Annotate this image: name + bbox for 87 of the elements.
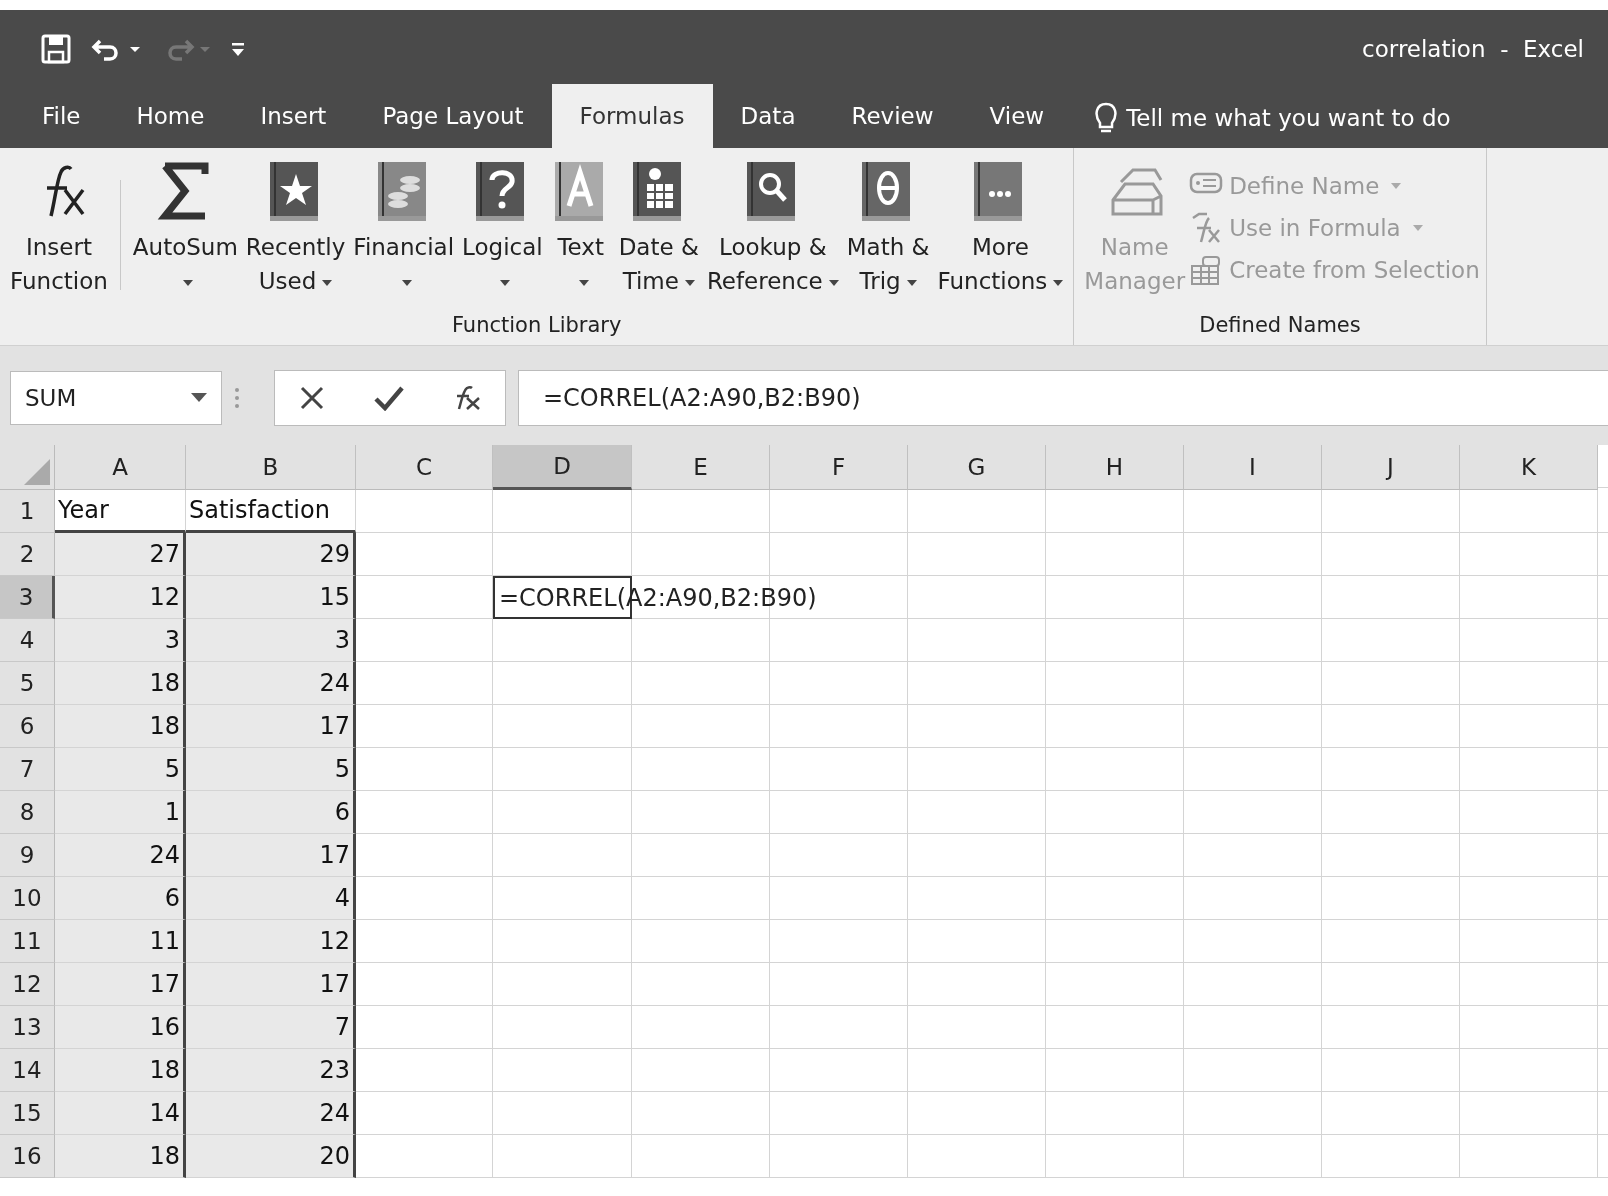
column-header[interactable]: D	[493, 445, 632, 490]
table-cell: 14	[55, 1092, 186, 1135]
table-cell: 15	[186, 576, 356, 619]
ribbon-tab[interactable]: Review	[823, 84, 962, 148]
table-cell: 5	[55, 748, 186, 791]
table-cell: 17	[186, 834, 356, 877]
row-header[interactable]: 3	[0, 576, 55, 619]
ribbon-tab[interactable]: Data	[712, 84, 824, 148]
cancel-icon[interactable]	[299, 385, 326, 411]
column-header[interactable]: K	[1460, 445, 1598, 490]
table-cell: 27	[55, 533, 186, 576]
table-cell: 1	[55, 791, 186, 834]
table-cell: 3	[186, 619, 356, 662]
table-cell: 23	[186, 1049, 356, 1092]
row-header[interactable]: 14	[0, 1049, 55, 1092]
column-header[interactable]: J	[1322, 445, 1460, 490]
ribbon-button[interactable]: Recently Used	[241, 160, 350, 298]
table-cell: 5	[186, 748, 356, 791]
ribbon-tab[interactable]: Home	[108, 84, 233, 148]
row-header[interactable]: 8	[0, 791, 55, 834]
name-box[interactable]: SUM	[10, 371, 222, 425]
table-cell: 4	[186, 877, 356, 920]
column-header[interactable]: F	[770, 445, 908, 490]
ribbon-button[interactable]: Text	[546, 160, 615, 298]
ribbon-button[interactable]: Date & Time	[614, 160, 703, 298]
column-header[interactable]: G	[908, 445, 1046, 490]
table-cell: 24	[186, 1092, 356, 1135]
table-cell: 16	[55, 1006, 186, 1049]
column-header[interactable]: H	[1046, 445, 1184, 490]
table-cell: 18	[55, 1049, 186, 1092]
grip-icon	[234, 386, 240, 410]
formula-field[interactable]: =CORREL(A2:A90,B2:B90)	[518, 370, 1608, 426]
table-cell: 11	[55, 920, 186, 963]
column-header[interactable]: B	[186, 445, 356, 490]
table-cell: 29	[186, 533, 356, 576]
ribbon-button[interactable]: Logical	[458, 160, 547, 298]
table-cell: 7	[186, 1006, 356, 1049]
row-header[interactable]: 15	[0, 1092, 55, 1135]
row-header[interactable]: 16	[0, 1135, 55, 1178]
row-header[interactable]: 11	[0, 920, 55, 963]
table-cell: 12	[186, 920, 356, 963]
table-cell: 20	[186, 1135, 356, 1178]
search-field[interactable]: Tell me what you want to do	[1126, 105, 1451, 131]
table-cell: 18	[55, 705, 186, 748]
lightbulb-icon[interactable]	[1094, 101, 1119, 135]
window-title: correlation - Excel	[1362, 36, 1584, 62]
table-cell: 12	[55, 576, 186, 619]
ribbon-tab[interactable]: Insert	[232, 84, 355, 148]
table-cell: 24	[186, 662, 356, 705]
row-header[interactable]: 9	[0, 834, 55, 877]
row-header[interactable]: 2	[0, 533, 55, 576]
row-header[interactable]: 10	[0, 877, 55, 920]
row-header[interactable]: 12	[0, 963, 55, 1006]
table-cell: 18	[55, 662, 186, 705]
save-icon[interactable]	[40, 33, 72, 65]
table-cell: 17	[186, 963, 356, 1006]
ribbon-button[interactable]: Math & Trig	[842, 160, 934, 298]
ribbon-button[interactable]: AutoSum	[128, 160, 242, 298]
ribbon-tab[interactable]: View	[961, 84, 1073, 148]
group-label: Function Library	[450, 313, 623, 339]
table-cell: 6	[55, 877, 186, 920]
ribbon-button[interactable]: Lookup & Reference	[702, 160, 843, 298]
column-header[interactable]: E	[632, 445, 770, 490]
ribbon-tab[interactable]: File	[14, 84, 109, 148]
row-header[interactable]: 6	[0, 705, 55, 748]
table-cell: 18	[55, 1135, 186, 1178]
ribbon-tab[interactable]: Formulas	[551, 84, 713, 148]
table-cell: 6	[186, 791, 356, 834]
table-cell: 3	[55, 619, 186, 662]
ribbon-button[interactable]: Insert Function	[6, 160, 112, 298]
group-label: Defined Names	[1198, 313, 1362, 339]
table-cell: 17	[55, 963, 186, 1006]
checkmark-icon[interactable]	[374, 385, 404, 411]
column-header[interactable]: A	[55, 445, 186, 490]
dropdown-icon[interactable]	[191, 393, 207, 403]
ribbon-button[interactable]: Financial	[349, 160, 459, 298]
column-header[interactable]: C	[356, 445, 493, 490]
ribbon-button[interactable]: More Functions	[933, 160, 1068, 298]
row-header[interactable]: 4	[0, 619, 55, 662]
column-header[interactable]: I	[1184, 445, 1322, 490]
row-header[interactable]: 1	[0, 490, 55, 533]
row-header[interactable]: 5	[0, 662, 55, 705]
table-cell: 17	[186, 705, 356, 748]
ribbon-tab[interactable]: Page Layout	[354, 84, 552, 148]
row-header[interactable]: 7	[0, 748, 55, 791]
row-header[interactable]: 13	[0, 1006, 55, 1049]
table-cell: 24	[55, 834, 186, 877]
